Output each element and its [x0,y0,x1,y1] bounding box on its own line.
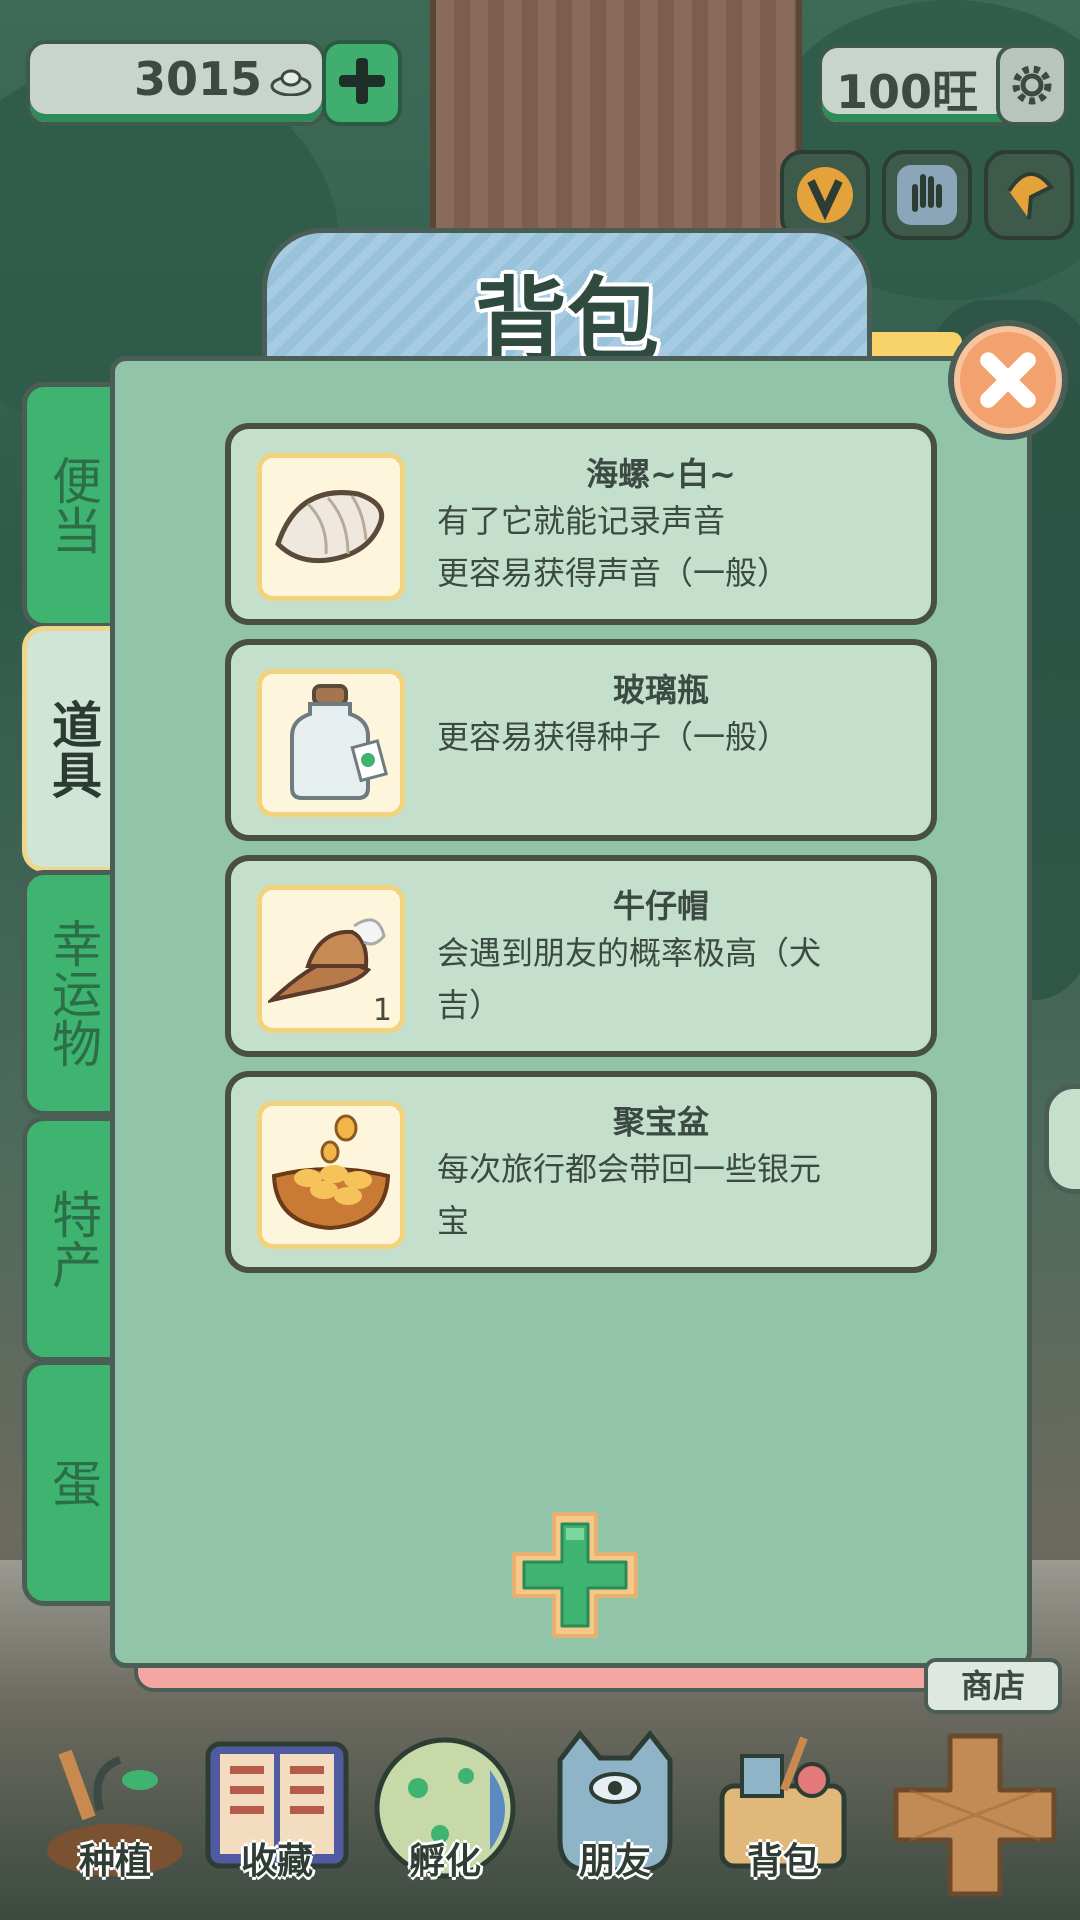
wang-amount: 100旺 [836,65,979,119]
category-tab-specialties[interactable]: 特产 [22,1116,119,1362]
inventory-item[interactable]: 聚宝盆 每次旅行都会带回一些银元 宝 [225,1071,937,1273]
nav-collection[interactable]: 收藏 [202,1730,352,1890]
item-desc-line: 吉） [437,986,502,1024]
item-count: 1 [372,993,392,1028]
backpack-panel: 海螺~白~ 有了它就能记录声音 更容易获得声音（一般） 玻璃瓶 更容易获得种子（… [110,356,1032,1668]
nav-hatching[interactable]: 孵化 [370,1730,520,1890]
nav-label: 背包 [746,1841,819,1882]
item-name: 聚宝盆 [612,1103,709,1141]
item-thumbnail: 1 [257,885,405,1033]
inventory-item[interactable]: 玻璃瓶 更容易获得种子（一般） [225,639,937,841]
conch-shell-icon [275,490,385,564]
gear-icon [1012,65,1052,105]
item-thumbnail [257,453,405,601]
nav-label: 种植 [78,1841,151,1882]
item-thumbnail [257,1101,405,1249]
add-coins-button[interactable] [322,40,402,126]
shop-label[interactable]: 商店 [924,1658,1062,1714]
add-item-button[interactable] [510,1510,640,1640]
category-tab-bento[interactable]: 便当 [22,382,119,628]
nav-shop[interactable] [890,1730,1060,1897]
silver-ingot-icon [270,69,312,96]
hand-button[interactable] [882,150,972,240]
category-tab-lucky-items[interactable]: 幸运物 [22,870,119,1116]
nav-label: 朋友 [578,1841,651,1882]
ginkgo-button[interactable] [984,150,1074,240]
item-desc-line: 更容易获得声音（一般） [437,554,790,592]
ginkgo-leaf-icon [1007,172,1055,220]
settings-button[interactable] [996,44,1068,126]
item-name: 海螺~白~ [586,455,736,493]
category-tab-eggs[interactable]: 蛋 [22,1360,119,1606]
item-description: 每次旅行都会带回一些银元 宝 [437,1143,871,1247]
hand-icon [897,165,957,225]
item-description: 会遇到朋友的概率极高（犬 吉） [437,927,871,1031]
glass-bottle-icon [290,684,389,800]
v-badge-icon [797,167,853,223]
inventory-item[interactable]: 1 牛仔帽 会遇到朋友的概率极高（犬 吉） [225,855,937,1057]
nav-planting[interactable]: 种植 [40,1730,190,1890]
item-desc-line: 会遇到朋友的概率极高（犬 [437,934,822,972]
side-expand-arrow[interactable] [1044,1084,1080,1194]
v-badge-button[interactable] [780,150,870,240]
close-button[interactable] [948,320,1068,440]
item-desc-line: 有了它就能记录声音 [437,502,726,540]
item-desc-line: 更容易获得种子（一般） [437,718,790,756]
item-name: 玻璃瓶 [612,671,709,709]
category-tab-tools[interactable]: 道具 [22,626,119,872]
nav-label: 孵化 [408,1841,481,1882]
item-desc-line: 每次旅行都会带回一些银元 [437,1150,822,1188]
item-description: 有了它就能记录声音 更容易获得声音（一般） [437,495,871,599]
wang-counter: 100旺 [818,44,1026,126]
item-thumbnail [257,669,405,817]
coin-counter: 3015 [26,40,326,126]
nav-backpack[interactable]: 背包 [708,1730,858,1890]
inventory-item[interactable]: 海螺~白~ 有了它就能记录声音 更容易获得声音（一般） [225,423,937,625]
item-name: 牛仔帽 [612,887,709,925]
item-desc-line: 宝 [437,1202,470,1240]
treasure-bowl-icon [271,1114,391,1231]
nav-label: 收藏 [240,1841,313,1882]
nav-friends[interactable]: 朋友 [540,1730,690,1890]
item-description: 更容易获得种子（一般） [437,711,871,763]
shop-cross-icon [893,1733,1057,1897]
coin-amount: 3015 [133,52,262,106]
